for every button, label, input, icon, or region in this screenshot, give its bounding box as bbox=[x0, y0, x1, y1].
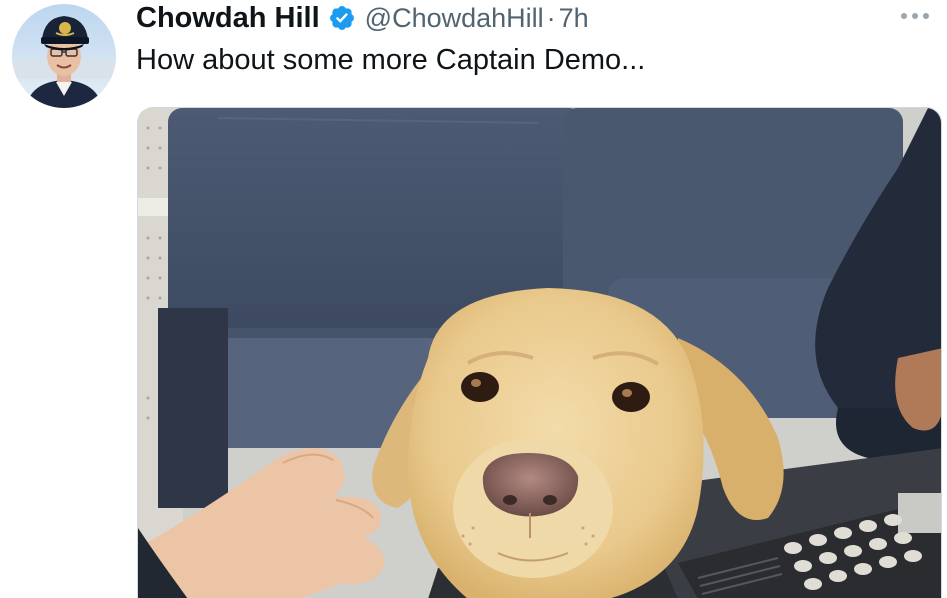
more-options-icon bbox=[901, 13, 929, 19]
tweet-text: How about some more Captain Demo... bbox=[136, 44, 646, 76]
header-separator: · bbox=[546, 2, 556, 33]
tweet-timestamp[interactable]: 7h bbox=[559, 3, 589, 34]
author-name[interactable]: Chowdah Hill bbox=[136, 2, 320, 35]
avatar-image bbox=[12, 4, 116, 108]
author-avatar[interactable] bbox=[12, 4, 116, 108]
more-options-button[interactable] bbox=[895, 4, 935, 28]
tweet-media[interactable] bbox=[137, 107, 942, 598]
tweet-header: Chowdah Hill @ChowdahHill · 7h bbox=[136, 0, 589, 36]
media-photo bbox=[138, 108, 941, 598]
verified-badge-icon[interactable] bbox=[328, 4, 356, 32]
author-handle[interactable]: @ChowdahHill bbox=[365, 3, 544, 34]
